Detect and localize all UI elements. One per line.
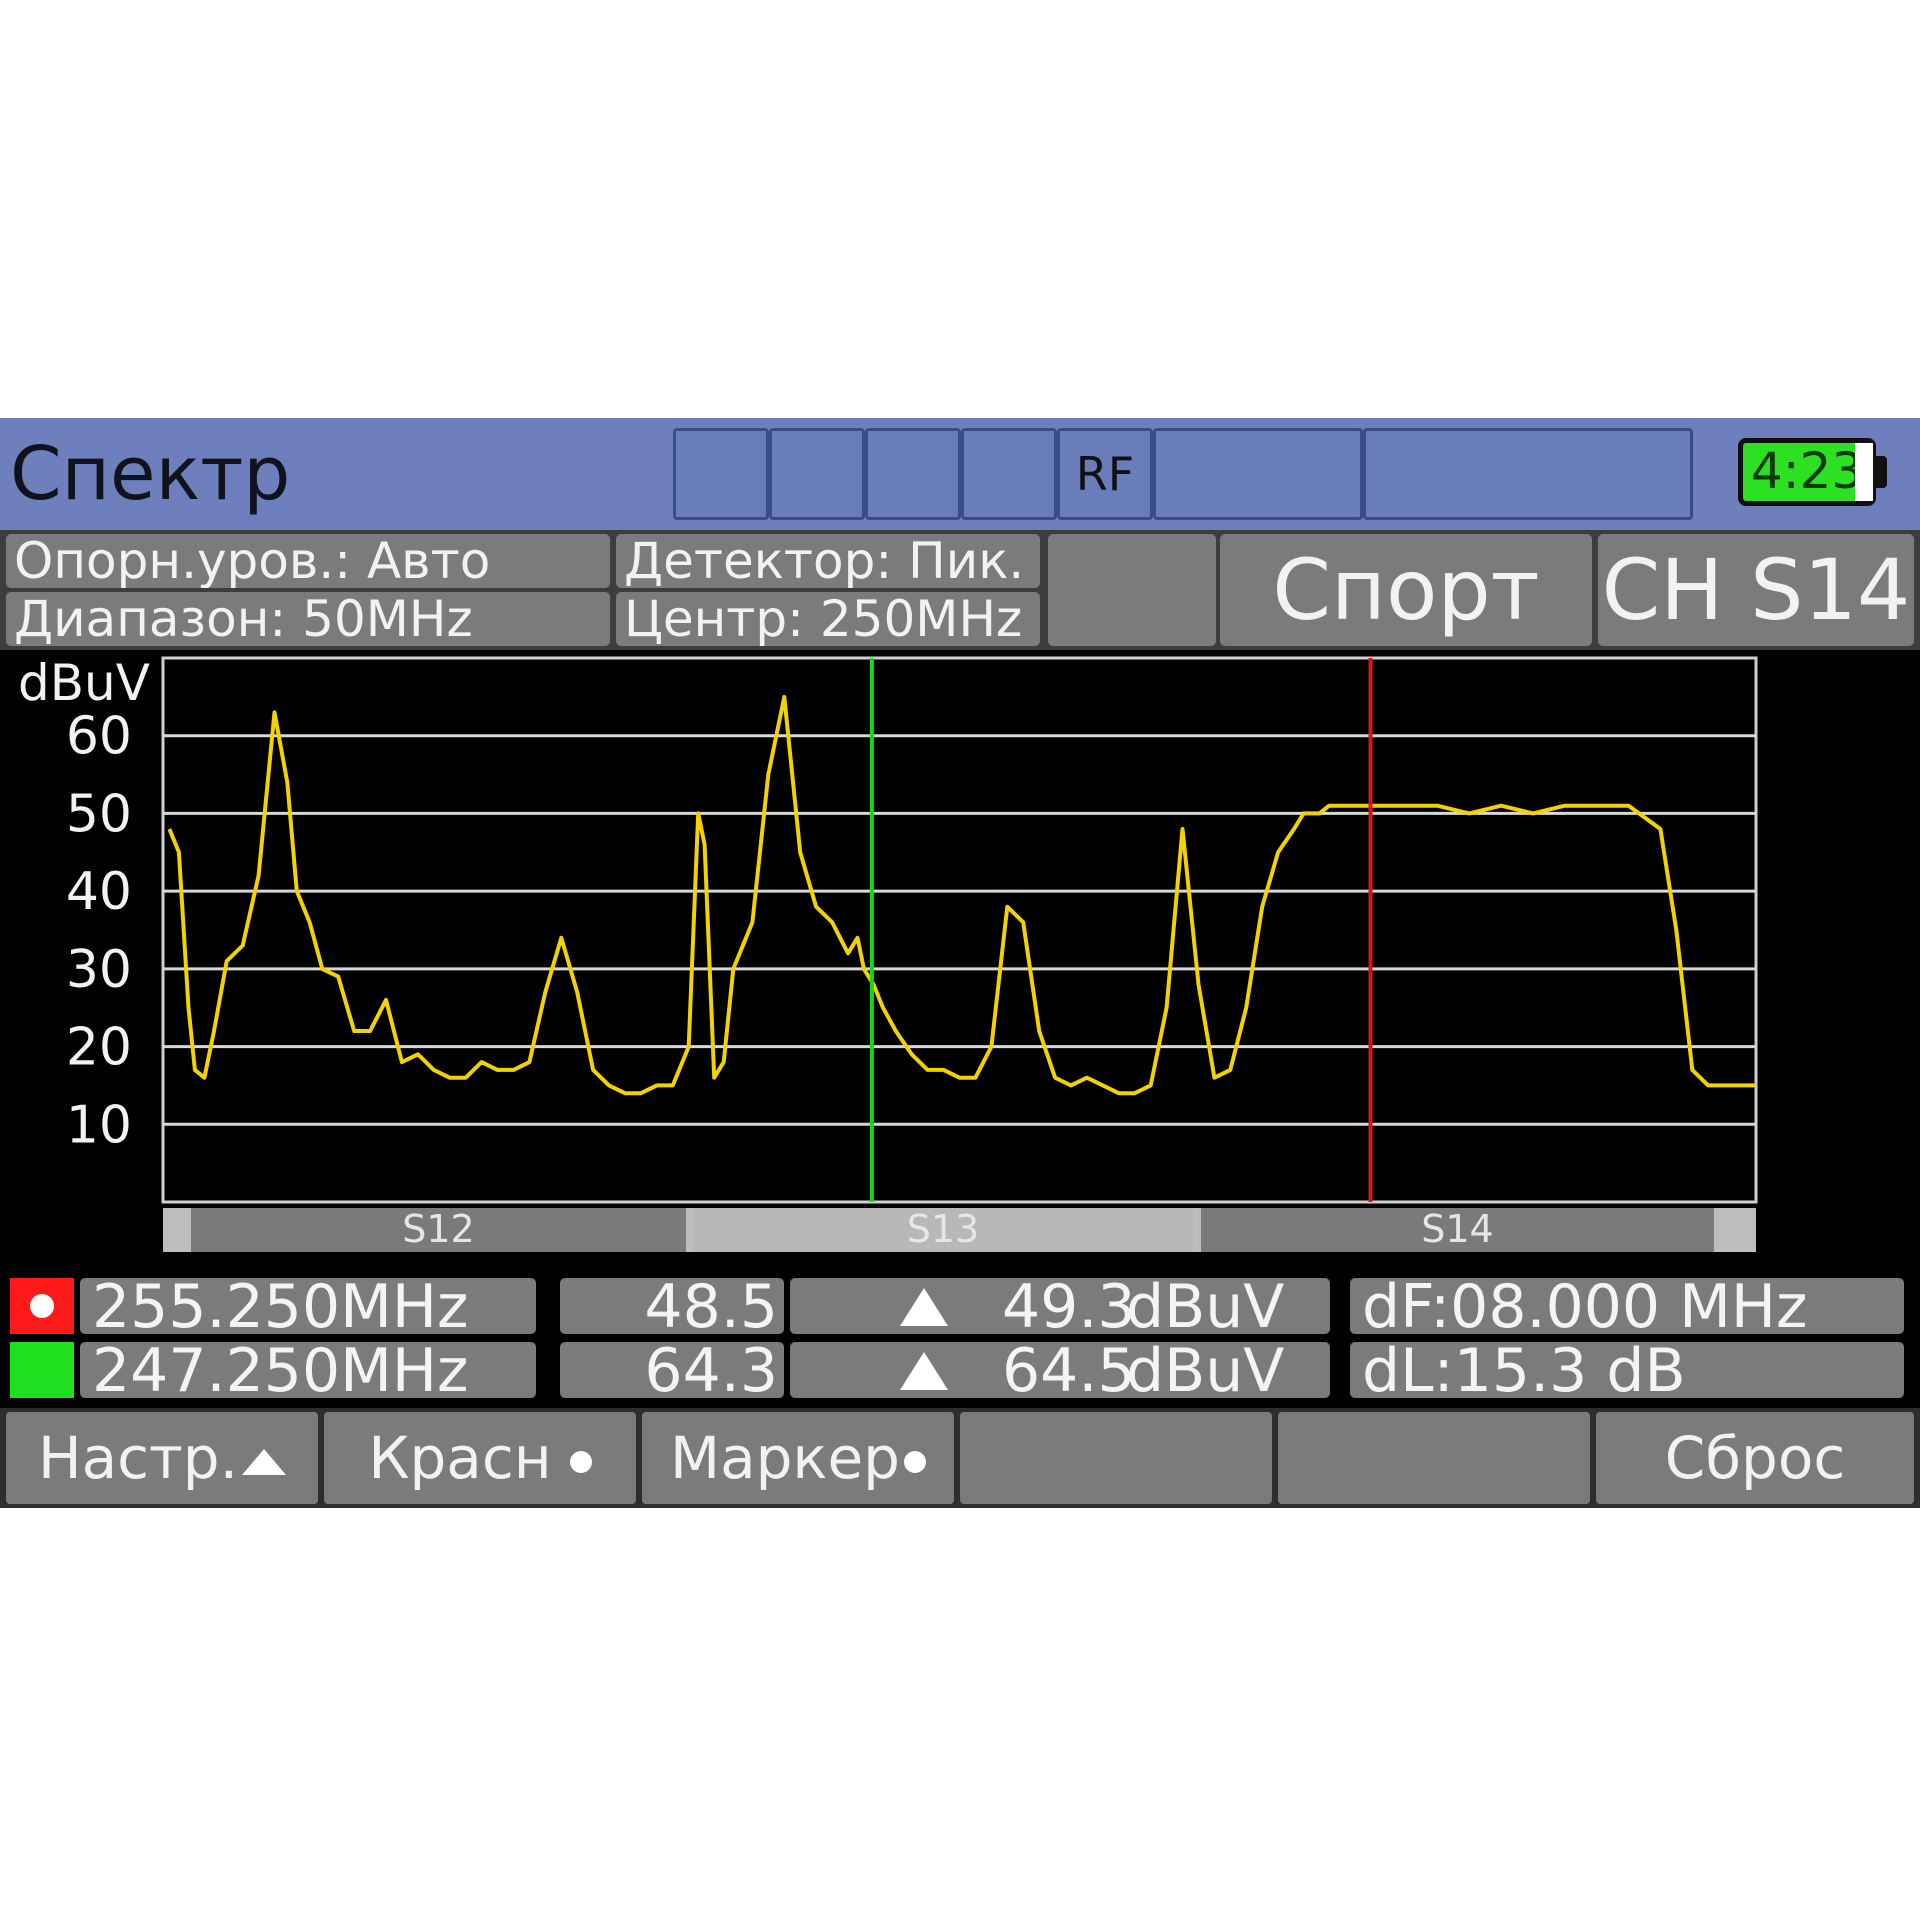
battery-unfilled <box>1855 443 1873 501</box>
y-tick-label: 60 <box>66 707 132 767</box>
red-marker-dot-icon <box>30 1294 54 1318</box>
up-triangle-icon <box>242 1448 287 1475</box>
dot-icon <box>903 1450 926 1473</box>
softkey-settings[interactable]: Настр. <box>6 1412 318 1504</box>
status-slot-6 <box>1153 428 1363 520</box>
peak-triangle-icon <box>900 1288 948 1326</box>
marker-peak: 64.5 <box>1002 1342 1136 1398</box>
title-bar: Спектр RF 4:23 <box>0 418 1920 530</box>
info-bar: Опорн.уров.: Авто Диапазон: 50MHz Детект… <box>0 530 1920 650</box>
center-label[interactable]: Центр: 250MHz <box>616 592 1040 646</box>
battery-cap-icon <box>1873 456 1887 488</box>
info-blank <box>1048 534 1216 646</box>
channel-label: S12 <box>402 1207 474 1251</box>
softkey-4[interactable] <box>960 1412 1272 1504</box>
delta-frequency: dF:08.000 MHz <box>1350 1278 1904 1334</box>
marker-unit: dBuV <box>1126 1278 1285 1334</box>
y-tick-label: 30 <box>66 940 132 1000</box>
softkey-5[interactable] <box>1278 1412 1590 1504</box>
dot-icon <box>569 1450 592 1473</box>
marker-frequency[interactable]: 255.250MHz <box>80 1278 536 1334</box>
channel-label: S14 <box>1421 1207 1493 1251</box>
green-marker-swatch[interactable] <box>10 1342 74 1398</box>
y-axis-unit: dBuV <box>18 654 150 712</box>
softkey-label: Маркер <box>670 1424 900 1492</box>
span-label[interactable]: Диапазон: 50MHz <box>6 592 610 646</box>
softkey-bar: Настр. Красн Маркер Сброс <box>0 1408 1920 1508</box>
status-slot-3 <box>865 428 961 520</box>
y-tick-label: 10 <box>66 1095 132 1155</box>
peak-triangle-icon <box>900 1352 948 1390</box>
spectrum-chart[interactable]: 60 50 40 30 20 10 dBuV S12 S13 S14 <box>0 650 1920 1262</box>
delta-level: dL:15.3 dB <box>1350 1342 1904 1398</box>
marker-level: 48.5 <box>560 1278 784 1334</box>
status-slot-1 <box>673 428 769 520</box>
ref-level-label[interactable]: Опорн.уров.: Авто <box>6 534 610 588</box>
y-tick-label: 20 <box>66 1018 132 1078</box>
rf-indicator: RF <box>1057 428 1153 520</box>
page-title: Спектр <box>10 431 291 517</box>
red-marker-swatch[interactable] <box>10 1278 74 1334</box>
marker-row-green: 247.250MHz 64.3 64.5 dBuV dL:15.3 dB <box>0 1342 1920 1398</box>
channel-name[interactable]: CH S14 <box>1598 534 1914 646</box>
marker-peak-box: 64.5 dBuV <box>790 1342 1330 1398</box>
status-slot-7 <box>1363 428 1693 520</box>
softkey-red[interactable]: Красн <box>324 1412 636 1504</box>
marker-peak: 49.3 <box>1002 1278 1136 1334</box>
status-slot-4 <box>961 428 1057 520</box>
softkey-label: Красн <box>368 1424 552 1492</box>
channel-label: S13 <box>907 1207 979 1251</box>
program-name[interactable]: Спорт <box>1220 534 1592 646</box>
marker-peak-box: 49.3 dBuV <box>790 1278 1330 1334</box>
detector-label[interactable]: Детектор: Пик. <box>616 534 1040 588</box>
softkey-reset[interactable]: Сброс <box>1596 1412 1914 1504</box>
status-slot-2 <box>769 428 865 520</box>
marker-unit: dBuV <box>1126 1342 1285 1398</box>
marker-frequency[interactable]: 247.250MHz <box>80 1342 536 1398</box>
y-tick-label: 50 <box>66 784 132 844</box>
softkey-label: Настр. <box>37 1424 239 1492</box>
marker-level: 64.3 <box>560 1342 784 1398</box>
marker-row-red: 255.250MHz 48.5 49.3 dBuV dF:08.000 MHz <box>0 1278 1920 1334</box>
spectrum-screen: Спектр RF 4:23 Опорн.уров.: Авто Диапазо… <box>0 418 1920 1508</box>
plot-area <box>161 656 1758 1204</box>
y-tick-label: 40 <box>66 862 132 922</box>
softkey-marker[interactable]: Маркер <box>642 1412 954 1504</box>
